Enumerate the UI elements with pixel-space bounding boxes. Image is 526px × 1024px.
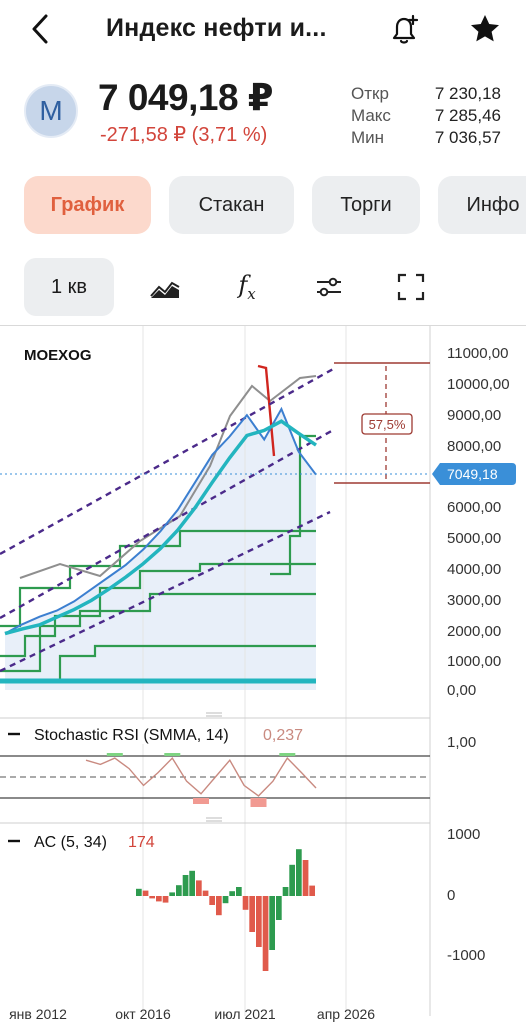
tab-info[interactable]: Инфо xyxy=(438,176,526,234)
range-pct-label: 57,5% xyxy=(369,417,406,432)
ac-y-label: 0 xyxy=(447,887,455,904)
ac-bar xyxy=(296,849,302,896)
y-axis-label: 10000,00 xyxy=(447,376,510,393)
chart-area[interactable]: 57,5% MOEXOG 11000,00 10000,00 9000,00 8… xyxy=(0,325,526,1024)
y-axis-label: 5000,00 xyxy=(447,530,501,547)
chevron-left-icon xyxy=(32,14,48,44)
fullscreen-button[interactable] xyxy=(394,270,428,304)
x-axis-label: окт 2016 xyxy=(115,1006,171,1022)
page-title: Индекс нефти и... xyxy=(106,14,327,42)
stat-value: 7 036,57 xyxy=(434,128,501,147)
back-button[interactable] xyxy=(24,12,58,46)
current-price-tag-label: 7049,18 xyxy=(447,466,498,482)
price-chart[interactable]: 57,5% MOEXOG 11000,00 10000,00 9000,00 8… xyxy=(0,326,526,1024)
y-axis-label: 2000,00 xyxy=(447,623,501,640)
ac-bar xyxy=(222,896,229,904)
stoch-overbought-fill xyxy=(164,753,181,756)
ac-bar xyxy=(242,896,249,910)
ac-bar xyxy=(136,888,142,896)
ac-bar xyxy=(162,896,169,903)
area-chart-icon xyxy=(150,281,180,298)
indicators-button[interactable]: fx xyxy=(230,270,264,304)
ac-bar xyxy=(282,887,289,896)
ac-y-label: 1000 xyxy=(447,826,480,843)
stoch-fills xyxy=(106,753,296,807)
add-alert-button[interactable] xyxy=(386,12,422,48)
price-change: -271,58 ₽ (3,71 %) xyxy=(100,124,268,146)
tab-order-book[interactable]: Стакан xyxy=(169,176,294,234)
stoch-overbought-fill xyxy=(106,753,123,756)
fullscreen-icon xyxy=(397,273,425,301)
bell-plus-icon xyxy=(392,14,419,44)
y-axis-label: 4000,00 xyxy=(447,561,501,578)
function-icon: fx xyxy=(238,271,256,303)
y-axis-label: 8000,00 xyxy=(447,438,501,455)
sliders-icon xyxy=(317,277,341,297)
stoch-name: Stochastic RSI (SMMA, 14) xyxy=(34,727,229,744)
stoch-overbought-fill xyxy=(279,753,296,756)
stat-open: Откр 7 230,18 xyxy=(351,84,501,106)
stat-low: Мин 7 036,57 xyxy=(351,128,501,150)
stoch-y-label: 1,00 xyxy=(447,734,476,751)
ac-bar xyxy=(276,896,282,920)
ac-bar xyxy=(302,860,309,896)
stat-high: Макс 7 285,46 xyxy=(351,106,501,128)
ac-bar xyxy=(142,890,149,896)
x-axis-label: июл 2021 xyxy=(214,1006,275,1022)
ac-bar xyxy=(182,875,189,896)
ac-bar xyxy=(289,864,295,896)
price-stats: Откр 7 230,18 Макс 7 285,46 Мин 7 036,57 xyxy=(351,84,501,150)
y-axis-label: 0,00 xyxy=(447,682,476,699)
stat-label: Мин xyxy=(351,128,385,147)
ac-bar xyxy=(202,890,209,896)
ac-bar xyxy=(156,896,162,902)
ac-value: 174 xyxy=(128,834,155,851)
x-axis-label: янв 2012 xyxy=(9,1006,67,1022)
period-selector[interactable]: 1 кв xyxy=(24,258,114,316)
ac-bar xyxy=(189,870,195,896)
y-axis-label: 11000,00 xyxy=(447,345,508,362)
x-axis-label: апр 2026 xyxy=(317,1006,375,1022)
ac-name: AC (5, 34) xyxy=(34,834,107,851)
stat-label: Откр xyxy=(351,84,389,103)
ac-bar xyxy=(216,896,222,916)
stoch-oversold-fill xyxy=(250,798,267,807)
ac-bar xyxy=(309,885,315,896)
y-axis-label: 3000,00 xyxy=(447,592,501,609)
stat-label: Макс xyxy=(351,106,391,125)
stoch-value: 0,237 xyxy=(263,727,303,744)
favorite-button[interactable] xyxy=(468,12,502,46)
ac-bar xyxy=(269,896,275,950)
chart-toolbar: 1 кв fx xyxy=(24,258,504,316)
ac-bar xyxy=(249,896,255,932)
instrument-avatar: M xyxy=(24,84,78,138)
y-axis-label: 6000,00 xyxy=(447,499,501,516)
section-tabs: График Стакан Торги Инфо xyxy=(24,176,526,234)
star-icon xyxy=(471,15,499,42)
stat-value: 7 285,46 xyxy=(434,106,501,125)
current-price: 7 049,18 ₽ xyxy=(98,77,274,118)
ac-bar xyxy=(209,896,215,905)
ac-bar xyxy=(149,896,155,899)
y-axis-label: 1000,00 xyxy=(447,653,501,670)
ac-bar xyxy=(256,896,262,947)
ac-bar xyxy=(196,880,202,896)
chart-symbol: MOEXOG xyxy=(24,347,92,364)
tab-chart[interactable]: График xyxy=(24,176,151,234)
top-bar: Индекс нефти и... xyxy=(0,0,526,60)
ac-histogram xyxy=(136,849,315,971)
chart-type-button[interactable] xyxy=(148,270,182,304)
ac-bar xyxy=(262,896,269,971)
chart-settings-button[interactable] xyxy=(312,270,346,304)
stoch-oversold-fill xyxy=(193,798,209,804)
y-axis-label: 9000,00 xyxy=(447,407,501,424)
tab-trades[interactable]: Торги xyxy=(312,176,420,234)
stat-value: 7 230,18 xyxy=(434,84,501,103)
ac-y-label: -1000 xyxy=(447,947,485,964)
ac-bar xyxy=(169,892,175,896)
ac-bar xyxy=(236,887,242,896)
ac-bar xyxy=(229,891,235,896)
ac-bar xyxy=(176,885,182,896)
